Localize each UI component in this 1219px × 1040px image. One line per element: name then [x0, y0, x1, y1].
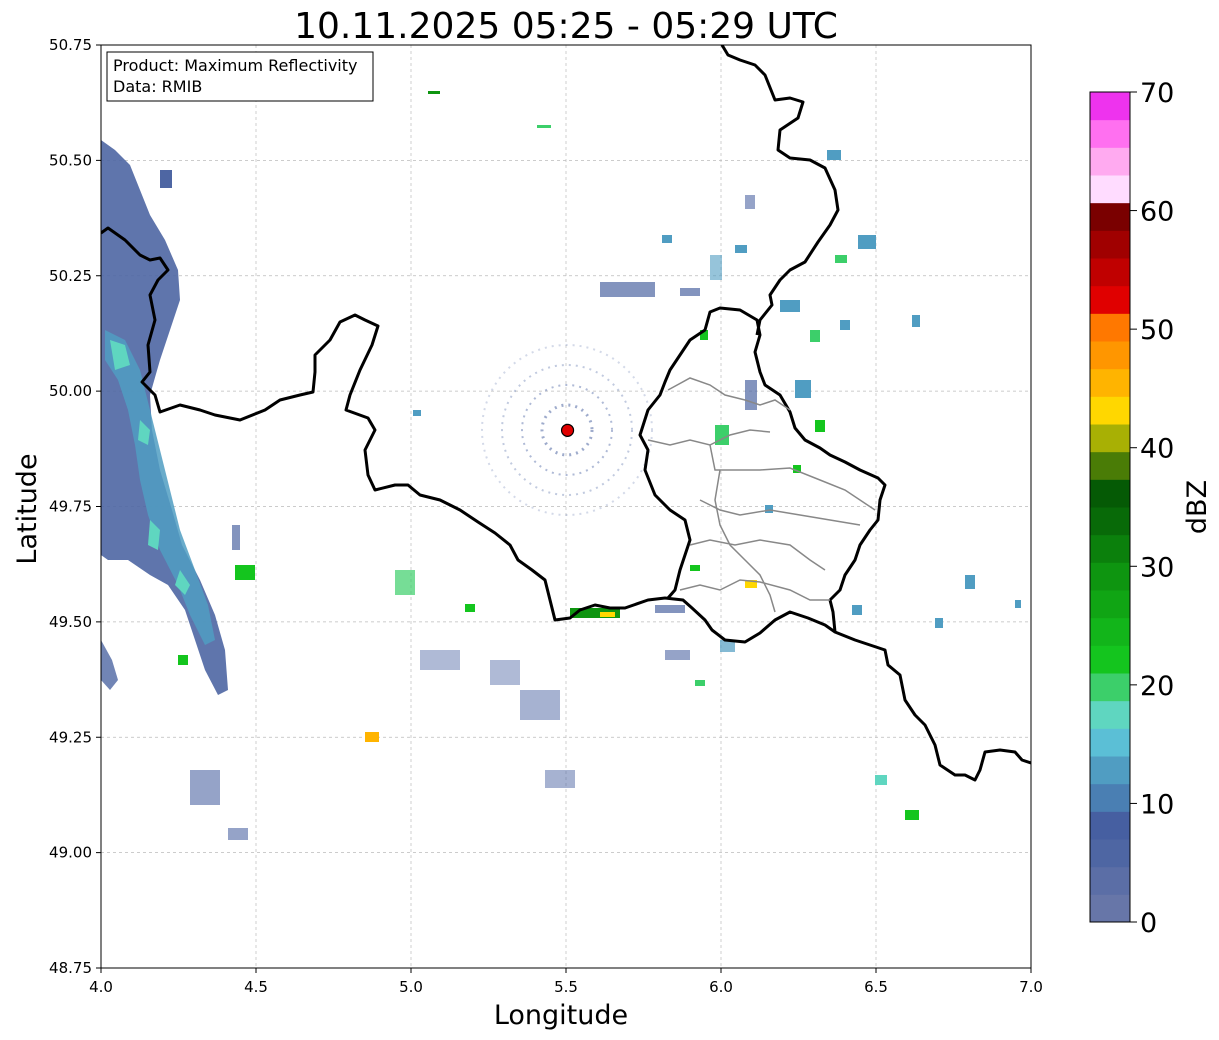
- info-box: Product: Maximum Reflectivity Data: RMIB: [106, 51, 374, 102]
- colorbar-tick-label: 40: [1140, 434, 1174, 465]
- colorbar-tick-label: 10: [1140, 789, 1174, 820]
- colorbar-segment: [1090, 894, 1130, 923]
- colorbar-segment: [1090, 396, 1130, 425]
- x-axis-label: Longitude: [494, 1000, 628, 1031]
- y-tick-label: 50.50: [49, 151, 92, 169]
- colorbar-tick-label: 70: [1140, 78, 1174, 109]
- colorbar: 0 10 20 30 40 50 60 70: [1089, 78, 1174, 939]
- colorbar-segment: [1090, 341, 1130, 370]
- colorbar-segment: [1090, 479, 1130, 508]
- colorbar-segment: [1090, 451, 1130, 480]
- x-tick-label: 6.0: [709, 978, 733, 996]
- colorbar-segment: [1090, 756, 1130, 785]
- colorbar-segment: [1090, 811, 1130, 840]
- y-tick-label: 49.00: [49, 844, 92, 862]
- radar-map-figure: 10.11.2025 05:25 - 05:29 UTC Product: Ma…: [12, 6, 1213, 1031]
- colorbar-segment: [1090, 617, 1130, 646]
- colorbar-segment: [1090, 175, 1130, 204]
- colorbar-segment: [1090, 866, 1130, 895]
- colorbar-tick-label: 0: [1140, 908, 1157, 939]
- y-tick-label: 50.00: [49, 382, 92, 400]
- colorbar-segment: [1090, 424, 1130, 453]
- radar-site-marker: [560, 423, 575, 437]
- colorbar-segment: [1090, 700, 1130, 729]
- colorbar-segment: [1090, 285, 1130, 314]
- colorbar-segment: [1090, 258, 1130, 287]
- colorbar-segment: [1090, 783, 1130, 812]
- colorbar-segment: [1090, 507, 1130, 536]
- colorbar-tick-label: 50: [1140, 315, 1174, 346]
- colorbar-segment: [1090, 534, 1130, 563]
- colorbar-segment: [1090, 119, 1130, 148]
- y-tick-label: 49.75: [49, 498, 92, 516]
- colorbar-tick-label: 20: [1140, 671, 1174, 702]
- colorbar-label: dBZ: [1182, 480, 1213, 534]
- colorbar-segment: [1090, 202, 1130, 231]
- x-tick-label: 4.0: [89, 978, 113, 996]
- colorbar-tick-label: 30: [1140, 552, 1174, 583]
- x-tick-label: 7.0: [1019, 978, 1043, 996]
- colorbar-segment: [1090, 230, 1130, 259]
- colorbar-segment: [1090, 368, 1130, 397]
- info-data-source: Data: RMIB: [113, 77, 202, 96]
- y-axis-label: Latitude: [12, 453, 43, 564]
- y-tick-label: 49.25: [49, 728, 92, 746]
- colorbar-segment: [1090, 728, 1130, 757]
- map-title: 10.11.2025 05:25 - 05:29 UTC: [294, 6, 838, 47]
- info-product: Product: Maximum Reflectivity: [113, 56, 357, 75]
- x-tick-label: 5.0: [399, 978, 423, 996]
- colorbar-segment: [1090, 313, 1130, 342]
- y-tick-label: 49.50: [49, 613, 92, 631]
- colorbar-tick-label: 60: [1140, 197, 1174, 228]
- y-axis-ticks: 48.75 49.00 49.25 49.50 49.75 50.00 50.25 50.50…: [49, 36, 101, 977]
- colorbar-segment: [1090, 645, 1130, 674]
- y-tick-label: 50.75: [49, 36, 92, 54]
- y-tick-label: 48.75: [49, 959, 92, 977]
- colorbar-segment: [1090, 839, 1130, 868]
- colorbar-segment: [1090, 590, 1130, 619]
- colorbar-segment: [1090, 147, 1130, 176]
- x-axis-ticks: 4.0 4.5 5.0 5.5 6.0 6.5 7.0: [89, 968, 1043, 996]
- x-tick-label: 6.5: [864, 978, 888, 996]
- x-tick-label: 5.5: [554, 978, 578, 996]
- y-tick-label: 50.25: [49, 267, 92, 285]
- colorbar-segment: [1090, 92, 1130, 121]
- x-tick-label: 4.5: [244, 978, 268, 996]
- colorbar-segment: [1090, 562, 1130, 591]
- colorbar-segment: [1090, 673, 1130, 702]
